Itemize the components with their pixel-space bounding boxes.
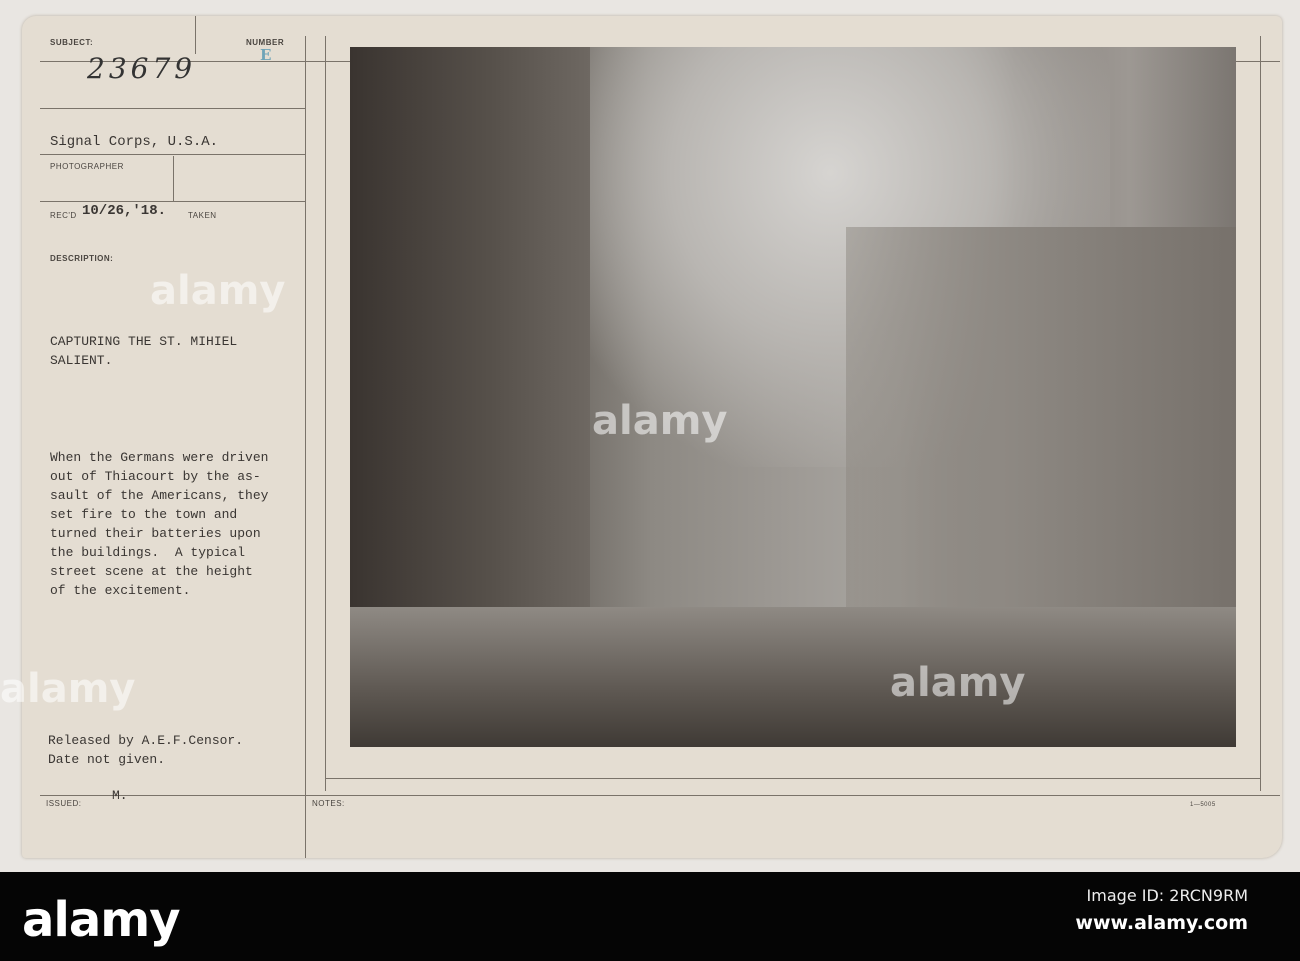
caption-title: CAPTURING THE ST. MIHIEL SALIENT. bbox=[50, 334, 238, 368]
divider bbox=[325, 36, 326, 791]
caption-description: When the Germans were driven out of Thia… bbox=[50, 450, 269, 598]
rubble-street bbox=[350, 607, 1236, 747]
divider bbox=[40, 154, 305, 155]
divider bbox=[305, 36, 306, 858]
divider bbox=[195, 16, 196, 54]
photographer-value: Signal Corps, U.S.A. bbox=[50, 134, 219, 150]
description-label: DESCRIPTION: bbox=[50, 254, 114, 263]
image-id: Image ID: 2RCN9RM bbox=[1086, 886, 1248, 905]
recd-value: 10/26,'18. bbox=[82, 203, 167, 219]
divider bbox=[40, 201, 305, 202]
taken-label: TAKEN bbox=[188, 211, 217, 220]
release-note: Released by A.E.F.Censor. Date not given… bbox=[48, 733, 244, 767]
left-buildings bbox=[350, 47, 590, 667]
watermark: alamy bbox=[150, 268, 286, 314]
divider bbox=[173, 156, 174, 201]
form-number: 1—5005 bbox=[1190, 802, 1216, 808]
issued-label: ISSUED: bbox=[46, 799, 82, 808]
site-url: www.alamy.com bbox=[1075, 912, 1248, 934]
notes-label: NOTES: bbox=[312, 799, 345, 808]
subject-number: 23679 bbox=[87, 52, 197, 85]
alamy-logo: alamy bbox=[22, 892, 181, 948]
number-stamp: E bbox=[260, 46, 272, 64]
watermark: alamy bbox=[592, 398, 728, 444]
watermark: alamy bbox=[890, 660, 1026, 706]
photographer-label: PHOTOGRAPHER bbox=[50, 162, 124, 171]
right-buildings bbox=[846, 227, 1236, 667]
watermark: alamy bbox=[0, 666, 136, 712]
divider bbox=[325, 778, 1260, 779]
issued-value: M. bbox=[112, 788, 128, 803]
divider bbox=[40, 795, 1280, 796]
subject-label: SUBJECT: bbox=[50, 38, 94, 47]
footer-band: alamy Image ID: 2RCN9RM www.alamy.com bbox=[0, 872, 1300, 961]
recd-label: REC'D bbox=[50, 211, 77, 220]
divider bbox=[40, 108, 305, 109]
divider bbox=[1260, 36, 1261, 791]
street-scene-photo bbox=[350, 47, 1236, 747]
